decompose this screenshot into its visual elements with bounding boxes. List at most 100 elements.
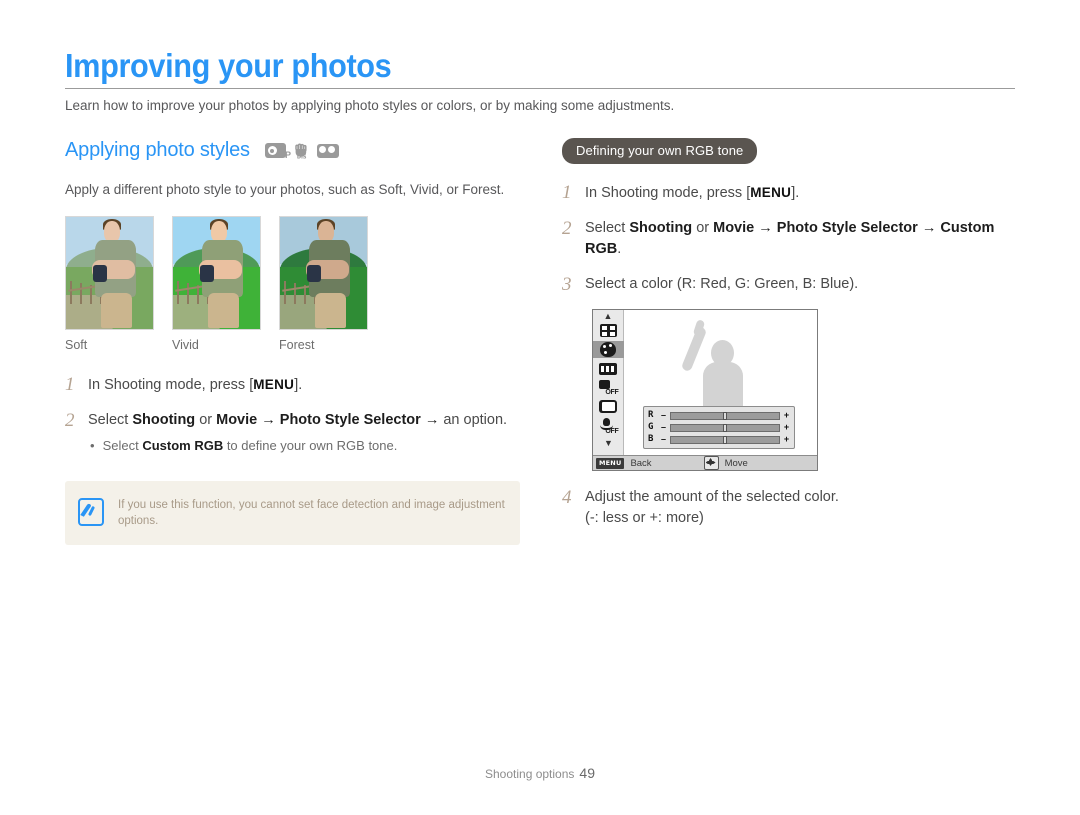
rgb-slider-handle[interactable] [723,423,727,432]
voice-memo-off-tag: OFF [605,427,619,435]
step-text-suffix: ]. [294,376,303,393]
rgb-slider-track[interactable] [670,411,780,420]
screen-icon[interactable] [598,398,619,415]
menu-button-badge[interactable]: MENU [596,457,625,469]
voice-memo-off-icon[interactable]: OFF [598,417,619,435]
section-heading-label: Applying photo styles [65,138,250,161]
face-detect-off-icon[interactable]: OFF [598,379,619,396]
rgb-slider-label: G [648,422,654,432]
step-text-line1: Adjust the amount of the selected color. [585,489,839,505]
lcd-preview-area: R – + G – + B – + [625,310,817,455]
step-item: 1 In Shooting mode, press [MENU]. [562,182,1017,204]
film-strip-icon[interactable] [598,360,619,377]
right-steps-list: 1 In Shooting mode, press [MENU]. 2 Sele… [562,182,1017,295]
lcd-bottom-bar: MENU Back Move [593,455,817,470]
sub-step-text: Select Custom RGB to define your own RGB… [103,436,398,455]
photo-sample-label: Forest [279,337,315,352]
rgb-slider-panel: R – + G – + B – + [643,406,795,449]
svg-text:DIS: DIS [297,154,307,159]
applying-photo-styles-description: Apply a different photo style to your ph… [65,182,505,197]
move-label: Move [724,457,748,469]
step-item: 4 Adjust the amount of the selected colo… [562,487,1017,529]
page-number: 49 [579,765,595,781]
step-text: Select a color (R: Red, G: Green, B: Blu… [585,276,859,292]
rgb-slider-label: R [648,410,654,420]
rgb-decrease-icon[interactable]: – [660,411,667,420]
back-label: Back [630,457,652,469]
step-number: 3 [562,274,572,295]
rgb-slider-handle[interactable] [723,411,727,420]
sub-step-prefix: Select [102,437,143,453]
photo-sample-gallery: Soft Vivid Forest [65,215,530,352]
photo-sample-label: Soft [65,337,88,352]
face-detect-off-tag: OFF [605,389,619,396]
program-mode-icon: P [264,143,291,160]
chevron-up-icon[interactable]: ▲ [604,312,613,322]
step-item: 2 Select Shooting or Movie → Photo Style… [65,410,530,455]
photo-sample-label: Vivid [172,337,199,352]
photo-sample: Soft [65,215,154,352]
rgb-slider-handle[interactable] [723,435,727,444]
rgb-slider-track[interactable] [670,435,780,444]
intro-paragraph: Learn how to improve your photos by appl… [65,98,675,113]
step-text: In Shooting mode, press [MENU]. [585,182,1017,204]
palette-icon[interactable] [592,341,624,358]
sub-step-suffix: to define your own RGB tone. [223,437,398,453]
rgb-slider-row[interactable]: R – + [648,410,790,421]
step-item: 1 In Shooting mode, press [MENU]. [65,374,530,396]
step-rich-text: Select Shooting or Movie → Photo Style S… [88,411,508,428]
lcd-menu-sidebar: ▲ OFF OFF [592,310,624,455]
step-text-prefix: In Shooting mode, press [ [585,185,751,201]
page-footer: Shooting options 49 [0,765,1080,781]
photo-sample: Vivid [172,215,261,352]
title-divider [65,88,1015,89]
step-text-prefix: In Shooting mode, press [ [88,376,254,393]
rgb-increase-icon[interactable]: + [783,423,790,432]
page-title: Improving your photos [65,47,392,84]
step-text-line2: (-: less or +: more) [585,510,704,526]
mode-icon-group: P DIS [264,142,339,160]
step-text: In Shooting mode, press [MENU]. [88,374,530,396]
step-item: 2 Select Shooting or Movie → Photo Style… [562,218,1017,260]
note-box: If you use this function, you cannot set… [65,480,520,545]
left-column: Applying photo styles P DIS Apply a diff… [65,138,530,545]
photo-sample-image [65,215,154,330]
menu-key-label: MENU [750,185,792,200]
rgb-increase-icon[interactable]: + [783,411,790,420]
step-rich-text: Select Shooting or Movie → Photo Style S… [585,220,995,257]
photo-sample-image [172,215,261,330]
chevron-down-icon[interactable]: ▼ [593,438,624,448]
rgb-decrease-icon[interactable]: – [660,435,667,444]
bullet-icon: • [90,437,95,453]
rgb-decrease-icon[interactable]: – [660,423,667,432]
step-number: 4 [562,487,572,508]
rgb-increase-icon[interactable]: + [783,435,790,444]
section-heading-applying-photo-styles: Applying photo styles P DIS [65,138,530,162]
note-text: If you use this function, you cannot set… [118,498,505,527]
step-text: Select Shooting or Movie → Photo Style S… [88,410,530,455]
step-number: 2 [65,409,75,431]
step-text: Select Shooting or Movie → Photo Style S… [585,218,1017,260]
step-number: 1 [65,373,75,395]
camera-lcd: ▲ OFF OFF ▼ R – + G – + B – + MENU Back … [592,309,818,471]
dpad-icon[interactable] [703,456,719,470]
subsection-badge: Defining your own RGB tone [562,138,758,164]
camera-screen-illustration: ▲ OFF OFF ▼ R – + G – + B – + MENU Back … [592,309,820,471]
step-text: Adjust the amount of the selected color.… [585,487,1017,529]
rgb-slider-row[interactable]: G – + [648,422,790,433]
rgb-slider-track[interactable] [670,423,780,432]
menu-key-label: MENU [253,376,295,392]
footer-section-label: Shooting options [485,767,575,781]
right-column: Defining your own RGB tone 1 In Shooting… [562,138,1017,543]
step-number: 2 [562,218,572,239]
custom-rgb-label: Custom RGB [142,437,224,453]
grid-icon[interactable] [598,322,619,339]
rgb-slider-label: B [648,434,654,444]
right-steps-list-continued: 4 Adjust the amount of the selected colo… [562,487,1017,529]
photo-sample-image [279,215,368,330]
step-number: 1 [562,182,572,203]
movie-mode-icon [316,144,339,158]
dis-mode-icon: DIS [293,142,310,160]
rgb-slider-row[interactable]: B – + [648,434,790,445]
step-item: 3 Select a color (R: Red, G: Green, B: B… [562,274,1017,295]
